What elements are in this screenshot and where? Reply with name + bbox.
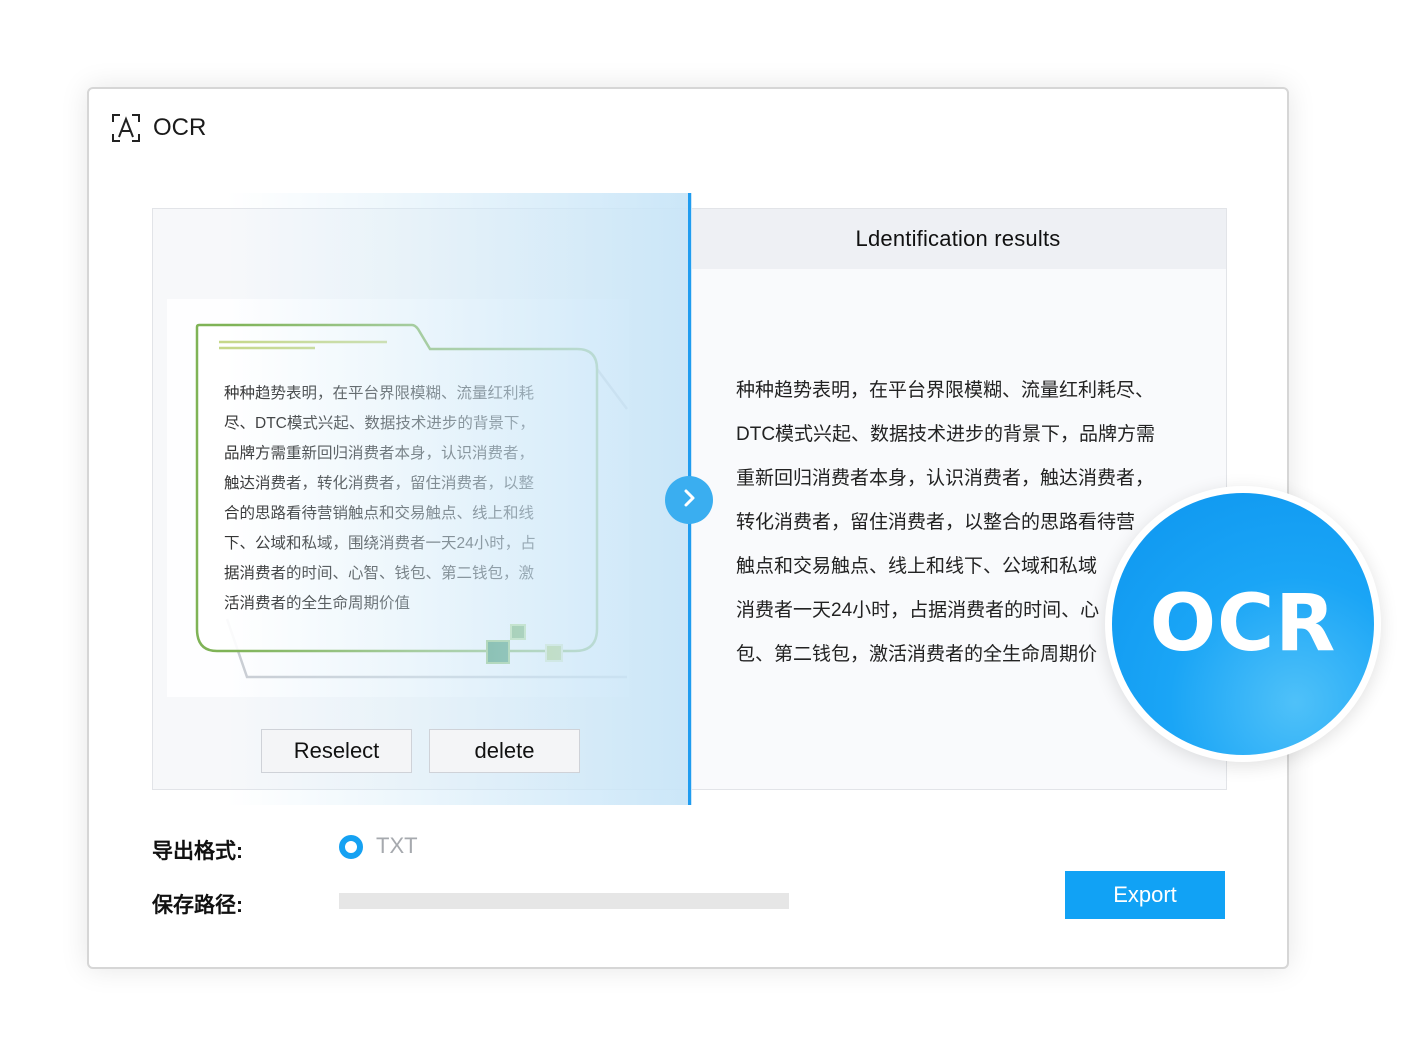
- scan-handle[interactable]: [665, 476, 713, 524]
- document-line: 品牌方需重新回归消费者本身，认识消费者，: [224, 445, 535, 462]
- app-title: OCR: [153, 114, 207, 141]
- result-line: 种种趋势表明，在平台界限模糊、流量红利耗尽、: [736, 380, 1155, 401]
- results-header: Ldentification results: [690, 209, 1226, 269]
- txt-radio-label[interactable]: TXT: [376, 833, 418, 859]
- export-format-label: 导出格式:: [152, 840, 243, 863]
- result-line: 重新回归消费者本身，认识消费者，触达消费者，: [736, 468, 1155, 489]
- result-line: 转化消费者，留住消费者，以整合的思路看待营: [736, 512, 1136, 533]
- result-line: DTC模式兴起、数据技术进步的背景下，品牌方需: [736, 424, 1156, 445]
- delete-button[interactable]: delete: [429, 729, 580, 773]
- document-line: 据消费者的时间、心智、钱包、第二钱包，激: [224, 565, 535, 582]
- document-line: 尽、DTC模式兴起、数据技术进步的背景下，: [224, 415, 535, 432]
- ocr-scan-icon: [111, 113, 141, 143]
- document-text: 种种趋势表明，在平台界限模糊、流量红利耗 尽、DTC模式兴起、数据技术进步的背景…: [224, 379, 584, 619]
- ocr-window: OCR Ldentification results 种种趋势表明，在平台界限模…: [87, 87, 1289, 969]
- document-line: 下、公域和私域，围绕消费者一天24小时，占: [224, 535, 536, 552]
- source-document-image: 种种趋势表明，在平台界限模糊、流量红利耗 尽、DTC模式兴起、数据技术进步的背景…: [167, 299, 629, 697]
- save-path-label: 保存路径:: [152, 894, 243, 917]
- document-line: 活消费者的全生命周期价值: [224, 595, 411, 612]
- export-button[interactable]: Export: [1065, 871, 1225, 919]
- ocr-badge: OCR: [1112, 493, 1374, 755]
- chevron-right-icon: [678, 487, 700, 514]
- document-line: 合的思路看待营销触点和交易触点、线上和线: [224, 505, 535, 522]
- document-line: 种种趋势表明，在平台界限模糊、流量红利耗: [224, 385, 535, 402]
- title-bar: OCR: [111, 111, 206, 145]
- save-path-field[interactable]: [339, 893, 789, 909]
- reselect-button[interactable]: Reselect: [261, 729, 412, 773]
- txt-radio[interactable]: [339, 835, 363, 859]
- document-line: 触达消费者，转化消费者，留住消费者，以整: [224, 475, 535, 492]
